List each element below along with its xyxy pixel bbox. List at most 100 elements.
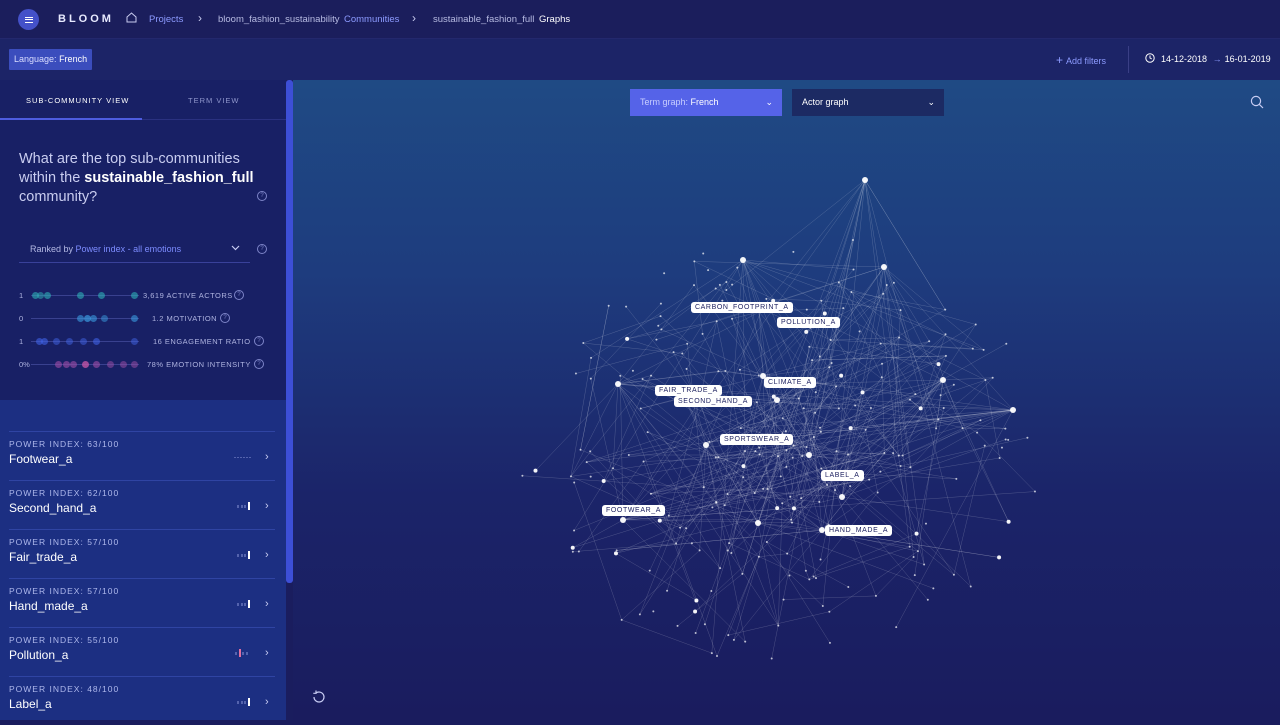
list-item[interactable]: POWER INDEX: 63/100 Footwear_a › (9, 431, 275, 480)
graph-node[interactable] (792, 506, 796, 510)
breadcrumb-community[interactable]: sustainable_fashion_full (433, 14, 534, 25)
graph-node[interactable] (881, 363, 883, 365)
graph-node[interactable] (883, 452, 885, 454)
graph-node[interactable] (808, 578, 810, 580)
graph-node[interactable] (686, 368, 688, 370)
graph-node[interactable] (839, 494, 845, 500)
graph-node[interactable] (726, 493, 728, 495)
chevron-right-icon[interactable]: › (265, 647, 269, 659)
graph-node[interactable] (580, 449, 582, 451)
graph-node[interactable] (850, 291, 852, 293)
graph-node[interactable] (992, 377, 994, 379)
graph-node[interactable] (679, 527, 681, 529)
graph-node[interactable] (900, 465, 902, 467)
graph-node[interactable] (838, 281, 840, 283)
graph-node[interactable] (789, 496, 791, 498)
graph-node[interactable] (852, 239, 854, 241)
graph-node[interactable] (984, 379, 986, 381)
graph-node[interactable] (754, 450, 756, 452)
graph-node[interactable] (727, 634, 729, 636)
graph-node[interactable] (668, 515, 670, 517)
language-filter-chip[interactable]: Language: French (9, 49, 92, 70)
info-icon[interactable]: ? (254, 359, 264, 369)
graph-node[interactable] (847, 453, 849, 455)
graph-node[interactable] (868, 479, 870, 481)
graph-node[interactable] (677, 625, 679, 627)
list-item[interactable]: POWER INDEX: 62/100 Second_hand_a › (9, 480, 275, 529)
graph-node[interactable] (642, 378, 644, 380)
graph-node[interactable] (724, 504, 726, 506)
graph-node[interactable] (742, 464, 746, 468)
refresh-icon[interactable] (311, 689, 327, 705)
graph-node[interactable] (716, 320, 718, 322)
graph-node[interactable] (790, 519, 792, 521)
graph-node[interactable] (944, 309, 946, 311)
chevron-right-icon[interactable]: › (265, 451, 269, 463)
graph-node[interactable] (979, 419, 981, 421)
graph-node[interactable] (755, 520, 761, 526)
add-filters-button[interactable]: +Add filters (1056, 53, 1106, 67)
graph-node[interactable] (829, 642, 831, 644)
graph-node[interactable] (775, 506, 779, 510)
graph-node[interactable] (913, 556, 915, 558)
graph-node[interactable] (666, 590, 668, 592)
graph-node[interactable] (708, 441, 710, 443)
graph-node[interactable] (853, 268, 855, 270)
graph-node[interactable] (785, 430, 787, 432)
graph-node[interactable] (570, 475, 572, 477)
graph-node[interactable] (730, 552, 732, 554)
graph-node[interactable] (835, 385, 837, 387)
graph-node[interactable] (685, 527, 687, 529)
graph-node[interactable] (997, 555, 1001, 559)
graph-node[interactable] (575, 373, 577, 375)
graph-node[interactable] (999, 457, 1001, 459)
graph-node[interactable] (902, 455, 904, 457)
graph-node[interactable] (658, 519, 662, 523)
graph-node[interactable] (733, 639, 735, 641)
graph-node[interactable] (589, 450, 591, 452)
graph-node[interactable] (879, 471, 881, 473)
graph-node[interactable] (976, 432, 978, 434)
graph-node[interactable] (785, 466, 787, 468)
graph-node[interactable] (822, 605, 824, 607)
graph-node[interactable] (652, 610, 654, 612)
breadcrumb-projects[interactable]: Projects (149, 14, 183, 25)
graph-node[interactable] (972, 348, 974, 350)
graph-node[interactable] (940, 377, 946, 383)
graph-node[interactable] (811, 359, 813, 361)
graph-node[interactable] (657, 325, 659, 327)
date-range[interactable]: 14-12-2018 →16-01-2019 (1145, 53, 1271, 64)
graph-node[interactable] (695, 632, 697, 634)
chevron-down-icon[interactable] (231, 245, 240, 251)
chevron-right-icon[interactable]: › (265, 549, 269, 561)
graph-node[interactable] (839, 374, 843, 378)
graph-node[interactable] (742, 476, 744, 478)
graph-node[interactable] (819, 427, 821, 429)
graph-node[interactable] (937, 362, 941, 366)
graph-node[interactable] (590, 476, 592, 478)
graph-node[interactable] (820, 431, 822, 433)
list-item[interactable]: POWER INDEX: 55/100 Pollution_a › (9, 627, 275, 676)
graph-node[interactable] (612, 467, 614, 469)
graph-node[interactable] (582, 342, 584, 344)
graph-node[interactable] (805, 570, 807, 572)
graph-node[interactable] (925, 523, 927, 525)
graph-node[interactable] (578, 551, 580, 553)
graph-node[interactable] (791, 522, 793, 524)
info-icon[interactable]: ? (254, 336, 264, 346)
graph-node[interactable] (710, 590, 712, 592)
graph-node[interactable] (983, 349, 985, 351)
graph-node[interactable] (842, 307, 844, 309)
graph-node[interactable] (854, 405, 856, 407)
graph-node[interactable] (660, 315, 662, 317)
chevron-right-icon[interactable]: › (265, 598, 269, 610)
graph-node[interactable] (647, 431, 649, 433)
graph-node[interactable] (813, 436, 815, 438)
graph-node[interactable] (881, 264, 887, 270)
graph-node[interactable] (765, 298, 767, 300)
graph-node[interactable] (736, 267, 738, 269)
breadcrumb-project[interactable]: bloom_fashion_sustainability (218, 14, 339, 25)
graph-node[interactable] (953, 384, 955, 386)
graph-node[interactable] (935, 427, 937, 429)
graph-node[interactable] (870, 407, 872, 409)
